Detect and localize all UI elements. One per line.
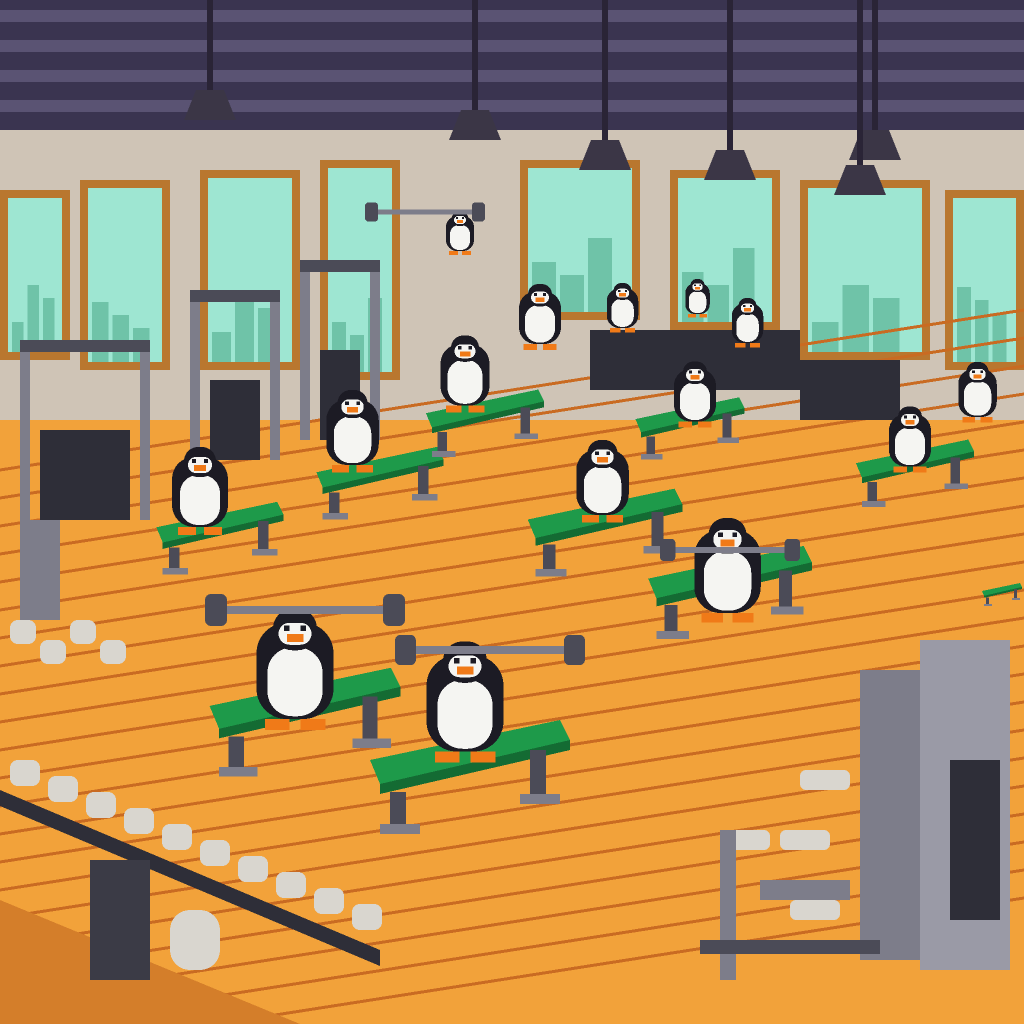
ceiling-beam bbox=[0, 10, 1024, 22]
skyline-building bbox=[560, 275, 584, 312]
dumbbell bbox=[276, 872, 306, 898]
lamp-cord bbox=[602, 0, 608, 140]
skyline-building bbox=[112, 315, 129, 362]
dumbbell bbox=[780, 830, 830, 850]
water-bottle bbox=[20, 520, 60, 620]
skyline-building bbox=[92, 302, 109, 362]
dumbbell bbox=[48, 776, 78, 802]
machine-post bbox=[190, 290, 200, 460]
skyline-building bbox=[235, 295, 254, 362]
machine-post bbox=[20, 340, 30, 520]
skyline-building bbox=[873, 298, 900, 352]
dumbbell bbox=[100, 640, 126, 664]
dumbbell bbox=[162, 824, 192, 850]
skyline-building bbox=[812, 322, 839, 352]
ceiling-beam bbox=[0, 70, 1024, 82]
lamp-cord bbox=[857, 0, 863, 165]
weight-plate bbox=[170, 910, 220, 970]
ceiling-beam bbox=[0, 100, 1024, 112]
dumbbell bbox=[352, 904, 382, 930]
dumbbell bbox=[790, 900, 840, 920]
dumbbell bbox=[124, 808, 154, 834]
machine-post bbox=[270, 290, 280, 460]
weight-stack bbox=[210, 380, 260, 460]
dumbbell bbox=[200, 840, 230, 866]
lamp-cord bbox=[727, 0, 733, 150]
machine-top-bar bbox=[20, 340, 150, 352]
machine-post bbox=[300, 260, 310, 440]
rack-bar bbox=[760, 880, 850, 900]
dumbbell-stand bbox=[90, 860, 150, 980]
dumbbell bbox=[10, 760, 40, 786]
skyline-building bbox=[992, 313, 1007, 362]
rack-post bbox=[720, 830, 736, 980]
dumbbell-rack bbox=[800, 360, 900, 420]
weight-stack bbox=[950, 760, 1000, 920]
dumbbell bbox=[238, 856, 268, 882]
rack-base bbox=[700, 940, 880, 954]
ceiling bbox=[0, 0, 1024, 130]
dumbbell bbox=[86, 792, 116, 818]
lamp-cord bbox=[207, 0, 213, 90]
skyline-building bbox=[842, 285, 869, 352]
machine-post bbox=[140, 340, 150, 520]
machine-top-bar bbox=[190, 290, 280, 302]
dumbbell bbox=[800, 770, 850, 790]
lamp-cord bbox=[472, 0, 478, 110]
dumbbell bbox=[10, 620, 36, 644]
skyline-building bbox=[707, 285, 729, 322]
skyline-building bbox=[957, 287, 971, 362]
dumbbell bbox=[314, 888, 344, 914]
dumbbell bbox=[70, 620, 96, 644]
skyline-building bbox=[212, 332, 231, 362]
gym-scene bbox=[0, 0, 1024, 1024]
lamp-cord bbox=[872, 0, 878, 130]
weight-stack bbox=[40, 430, 130, 520]
machine-top-bar bbox=[300, 260, 380, 272]
pixel-art-gym bbox=[0, 0, 1024, 1024]
dumbbell bbox=[40, 640, 66, 664]
ceiling-beam bbox=[0, 40, 1024, 52]
skyline-building bbox=[974, 300, 989, 362]
